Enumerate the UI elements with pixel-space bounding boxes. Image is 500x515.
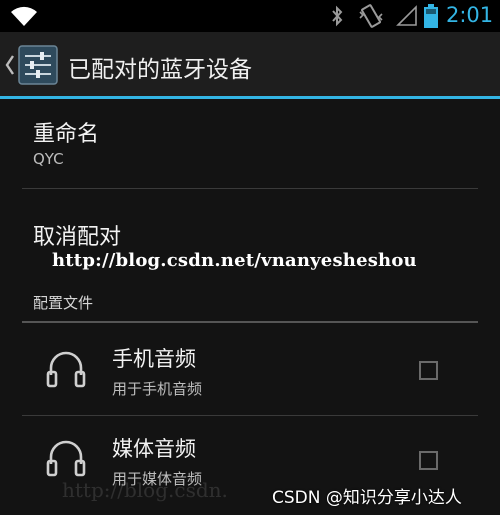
battery-icon [424, 4, 438, 28]
faint-url-watermark: http://blog.csdn. [62, 478, 228, 502]
status-time: 2:01 [446, 3, 494, 27]
phone-audio-checkbox[interactable] [419, 361, 438, 380]
section-divider [22, 321, 478, 323]
action-bar-divider [0, 96, 500, 99]
vibrate-icon [359, 4, 383, 28]
csdn-watermark: CSDN @知识分享小达人 [272, 488, 462, 508]
status-bar: 2:01 [0, 0, 500, 32]
profiles-section-header: 配置文件 [33, 294, 94, 312]
wifi-icon [11, 6, 37, 27]
profile-description: 用于手机音频 [112, 380, 203, 398]
settings-sliders-icon[interactable] [18, 45, 58, 85]
profile-name: 媒体音频 [112, 437, 196, 461]
action-bar: 已配对的蓝牙设备 [0, 32, 500, 96]
list-divider [22, 415, 478, 416]
signal-icon [396, 5, 417, 26]
rename-title: 重命名 [33, 122, 100, 147]
bluetooth-device-settings-screen: 2:01 已配对的蓝牙设备 重命名 QYC 取消配对 http://blog.c… [0, 0, 500, 515]
page-title: 已配对的蓝牙设备 [68, 57, 252, 83]
profile-name: 手机音频 [112, 347, 196, 371]
device-name-value: QYC [33, 150, 64, 168]
headphones-icon [46, 440, 86, 477]
unpair-title: 取消配对 [33, 225, 122, 250]
headphones-icon [46, 351, 86, 388]
chevron-left-icon[interactable] [4, 54, 16, 76]
media-audio-checkbox[interactable] [419, 451, 438, 470]
overlay-url-watermark: http://blog.csdn.net/vnanyesheshou [52, 250, 417, 271]
list-divider [22, 188, 478, 189]
bluetooth-icon [332, 5, 343, 27]
